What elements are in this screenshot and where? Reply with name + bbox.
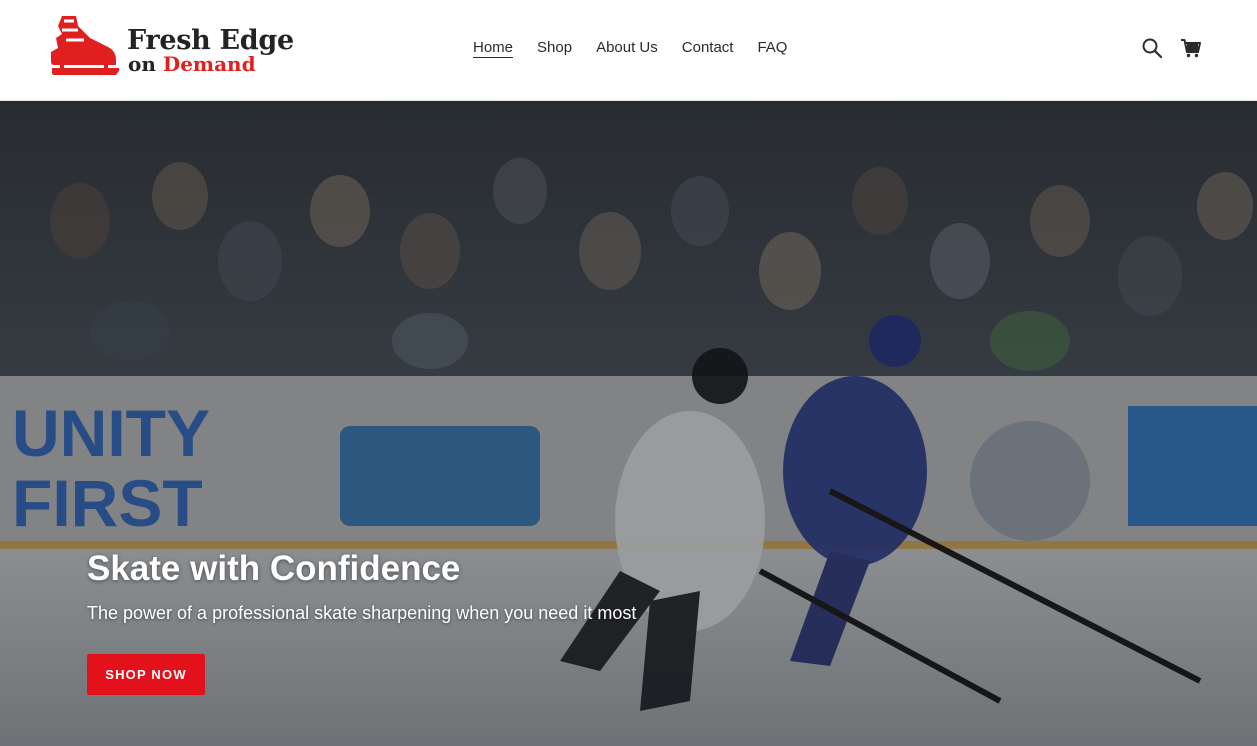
brand-tagline: on Demand xyxy=(128,52,256,76)
brand-logo[interactable]: Fresh Edge on Demand xyxy=(50,12,300,80)
hero-overlay xyxy=(0,101,1257,746)
nav-item-faq[interactable]: FAQ xyxy=(745,36,799,60)
brand-demand-text: Demand xyxy=(162,52,256,76)
nav-item-label: Shop xyxy=(537,39,573,56)
nav-item-label: Home xyxy=(473,39,514,58)
search-icon[interactable] xyxy=(1141,37,1163,59)
nav-item-contact[interactable]: Contact xyxy=(670,36,746,60)
hero-title: Skate with Confidence xyxy=(87,549,461,588)
nav-item-label: About Us xyxy=(596,39,658,56)
nav-item-label: Contact xyxy=(681,39,734,56)
nav-item-home[interactable]: Home xyxy=(461,36,525,60)
main-nav: Home Shop About Us Contact FAQ xyxy=(461,36,799,60)
shop-now-button[interactable]: SHOP NOW xyxy=(87,654,205,695)
brand-on-text: on xyxy=(128,52,156,76)
skate-logo-icon xyxy=(51,16,120,75)
nav-item-about-us[interactable]: About Us xyxy=(584,36,670,60)
nav-item-shop[interactable]: Shop xyxy=(525,36,584,60)
hero-subtitle: The power of a professional skate sharpe… xyxy=(87,603,637,623)
hero-banner: UNITY FIRST Skate with Confidence The po… xyxy=(0,101,1257,746)
site-header: Fresh Edge on Demand Home Shop About Us … xyxy=(0,0,1257,101)
nav-item-label: FAQ xyxy=(757,39,788,56)
cart-icon[interactable] xyxy=(1180,37,1202,59)
